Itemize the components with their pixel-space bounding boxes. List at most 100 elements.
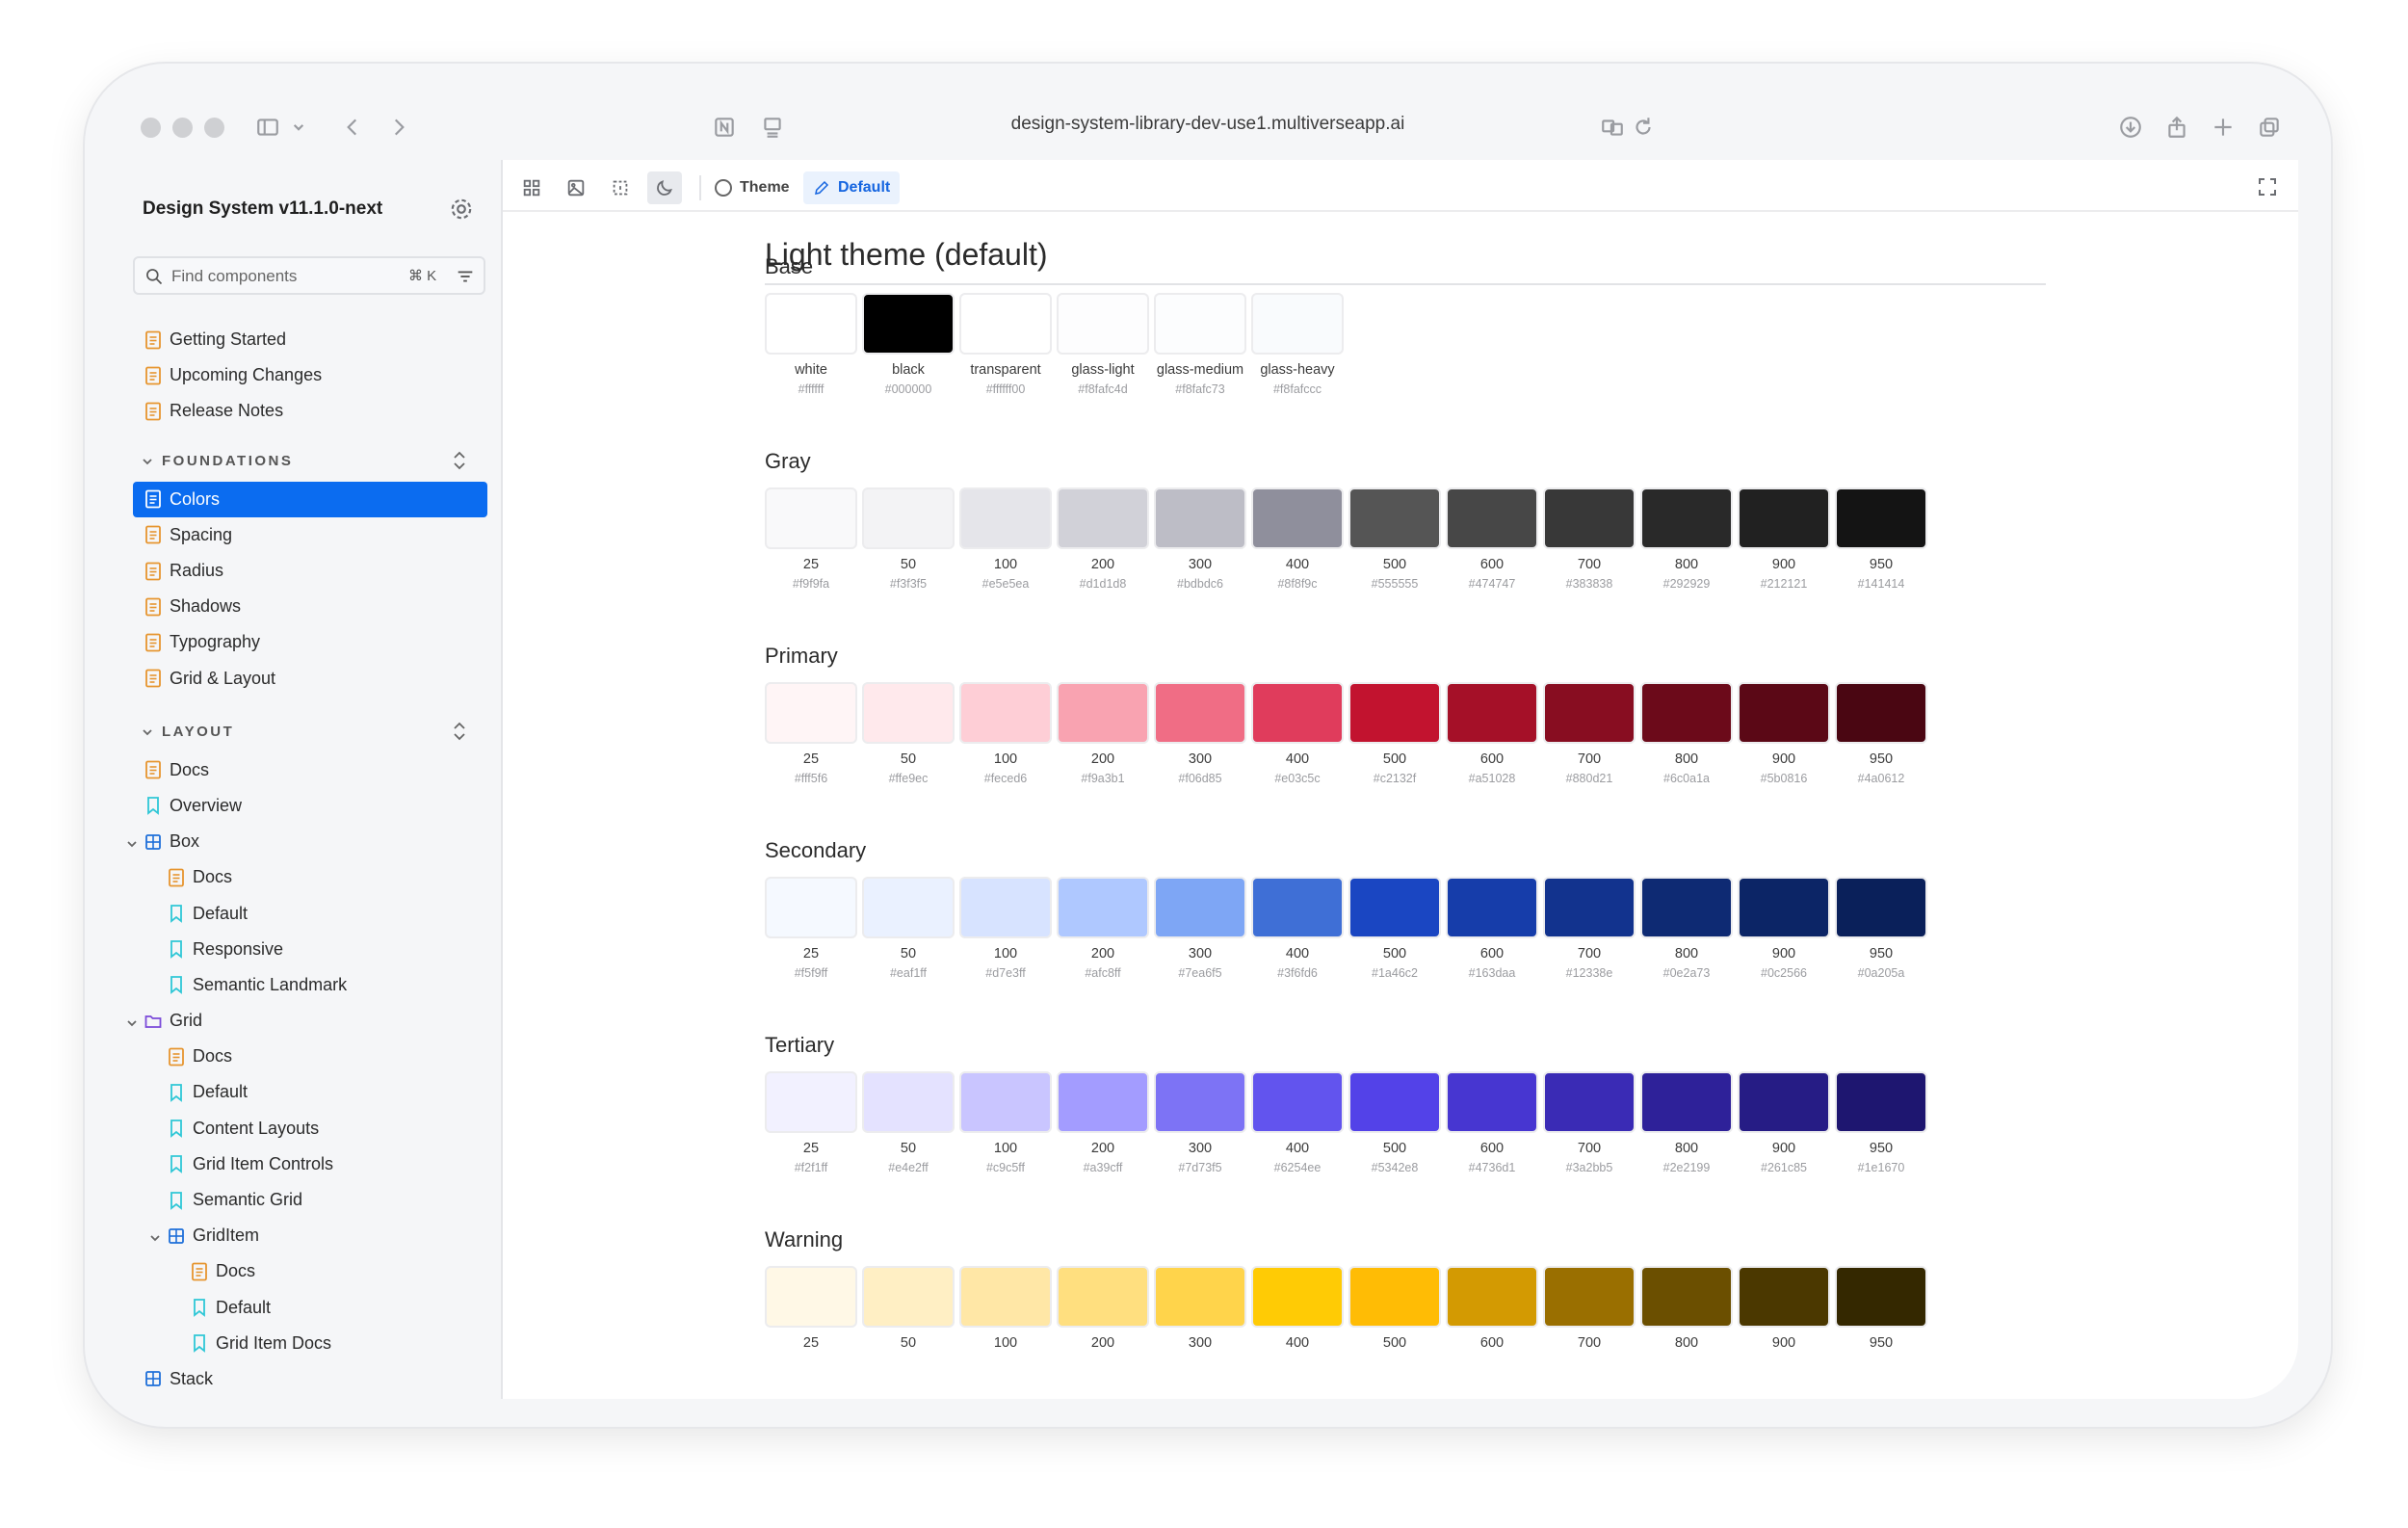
new-tab-icon[interactable] — [2206, 110, 2240, 145]
filter-icon[interactable] — [455, 266, 476, 287]
default-theme-button[interactable]: Default — [803, 171, 901, 204]
color-swatch[interactable]: 400 #8f8f9c — [1251, 487, 1344, 593]
color-swatch[interactable]: 600 #474747 — [1446, 487, 1538, 593]
color-swatch[interactable]: 950 #0a205a — [1835, 877, 1927, 982]
sidebar-item-docs[interactable]: Docs — [118, 1253, 501, 1289]
theme-toggle[interactable]: Theme — [715, 171, 790, 204]
color-swatch[interactable]: 500 #c2132f — [1348, 682, 1441, 787]
notion-icon[interactable] — [707, 110, 742, 145]
reload-icon[interactable] — [1626, 110, 1661, 145]
color-swatch[interactable]: 50 #eaf1ff — [862, 877, 955, 982]
color-swatch[interactable]: 900 #212121 — [1738, 487, 1830, 593]
color-swatch[interactable]: 700 #12338e — [1543, 877, 1636, 982]
color-swatch[interactable]: 25 #fff5f6 — [765, 682, 857, 787]
download-icon[interactable] — [2113, 110, 2148, 145]
color-swatch[interactable]: 500 #1a46c2 — [1348, 877, 1441, 982]
color-swatch[interactable]: 700 — [1543, 1266, 1636, 1353]
color-swatch[interactable]: 950 #141414 — [1835, 487, 1927, 593]
color-swatch[interactable]: 800 #292929 — [1640, 487, 1733, 593]
chevron-down-icon[interactable] — [148, 1229, 162, 1243]
color-swatch[interactable]: 950 #4a0612 — [1835, 682, 1927, 787]
color-swatch[interactable]: 25 — [765, 1266, 857, 1353]
gear-icon[interactable] — [449, 197, 474, 222]
color-swatch[interactable]: 900 — [1738, 1266, 1830, 1353]
sidebar-item-grid-layout[interactable]: Grid & Layout — [118, 661, 501, 697]
sidebar-item-typography[interactable]: Typography — [118, 624, 501, 660]
image-icon[interactable] — [559, 171, 593, 204]
tab-overview-icon[interactable] — [2252, 110, 2287, 145]
grid-icon[interactable] — [514, 171, 549, 204]
sidebar-item-content-layouts[interactable]: Content Layouts — [118, 1111, 501, 1146]
color-swatch[interactable]: black #000000 — [862, 293, 955, 398]
color-swatch[interactable]: glass-heavy #f8fafccc — [1251, 293, 1344, 398]
url-text[interactable]: design-system-library-dev-use1.multivers… — [1011, 114, 1405, 134]
sidebar-item-docs[interactable]: Docs — [118, 1039, 501, 1074]
sidebar-item-semantic-landmark[interactable]: Semantic Landmark — [118, 967, 501, 1003]
color-swatch[interactable]: 200 — [1057, 1266, 1149, 1353]
sidebar-item-default[interactable]: Default — [118, 895, 501, 931]
color-swatch[interactable]: 400 #e03c5c — [1251, 682, 1344, 787]
color-swatch[interactable]: 50 #e4e2ff — [862, 1071, 955, 1176]
share-icon[interactable] — [2159, 110, 2194, 145]
sidebar-item-grid[interactable]: Grid — [118, 1003, 501, 1039]
color-swatch[interactable]: white #ffffff — [765, 293, 857, 398]
sidebar-item-release-notes[interactable]: Release Notes — [118, 393, 501, 429]
color-swatch[interactable]: 50 — [862, 1266, 955, 1353]
chevron-down-icon[interactable] — [281, 110, 316, 145]
sidebar-item-default[interactable]: Default — [118, 1290, 501, 1326]
moon-icon[interactable] — [647, 171, 682, 204]
color-swatch[interactable]: 100 #e5e5ea — [959, 487, 1052, 593]
color-swatch[interactable]: 300 #f06d85 — [1154, 682, 1246, 787]
chevron-down-icon[interactable] — [125, 835, 139, 849]
sidebar-item-responsive[interactable]: Responsive — [118, 932, 501, 967]
color-swatch[interactable]: 400 #3f6fd6 — [1251, 877, 1344, 982]
expand-collapse-icon[interactable] — [449, 447, 470, 474]
expand-collapse-icon[interactable] — [449, 718, 470, 745]
color-swatch[interactable]: 500 — [1348, 1266, 1441, 1353]
fullscreen-icon[interactable] — [2256, 175, 2279, 198]
color-swatch[interactable]: 50 #ffe9ec — [862, 682, 955, 787]
color-swatch[interactable]: 100 #c9c5ff — [959, 1071, 1052, 1176]
color-swatch[interactable]: 25 #f2f1ff — [765, 1071, 857, 1176]
color-swatch[interactable]: 800 #0e2a73 — [1640, 877, 1733, 982]
sidebar-item-upcoming-changes[interactable]: Upcoming Changes — [118, 357, 501, 393]
color-swatch[interactable]: 25 #f5f9ff — [765, 877, 857, 982]
sidebar-item-stack[interactable]: Stack — [118, 1361, 501, 1397]
sidebar-item-box[interactable]: Box — [118, 824, 501, 859]
color-swatch[interactable]: 100 #feced6 — [959, 682, 1052, 787]
sidebar-item-grid-item-controls[interactable]: Grid Item Controls — [118, 1146, 501, 1182]
sidebar-item-spacing[interactable]: Spacing — [118, 517, 501, 553]
sidebar-item-grid-item-docs[interactable]: Grid Item Docs — [118, 1326, 501, 1361]
color-swatch[interactable]: 950 — [1835, 1266, 1927, 1353]
outline-icon[interactable] — [603, 171, 638, 204]
sidebar-item-colors[interactable]: Colors — [133, 481, 487, 517]
color-swatch[interactable]: 900 #5b0816 — [1738, 682, 1830, 787]
color-swatch[interactable]: 300 #7ea6f5 — [1154, 877, 1246, 982]
color-swatch[interactable]: 300 #7d73f5 — [1154, 1071, 1246, 1176]
color-swatch[interactable]: 900 #0c2566 — [1738, 877, 1830, 982]
color-swatch[interactable]: 900 #261c85 — [1738, 1071, 1830, 1176]
maximize-window-button[interactable] — [204, 118, 224, 138]
translate-icon[interactable] — [1595, 110, 1630, 145]
color-swatch[interactable]: 400 #6254ee — [1251, 1071, 1344, 1176]
sidebar-item-default[interactable]: Default — [118, 1074, 501, 1110]
sidebar-toggle-icon[interactable] — [250, 110, 285, 145]
color-swatch[interactable]: 500 #5342e8 — [1348, 1071, 1441, 1176]
sidebar-item-griditem[interactable]: GridItem — [118, 1218, 501, 1253]
minimize-window-button[interactable] — [172, 118, 193, 138]
color-swatch[interactable]: 200 #afc8ff — [1057, 877, 1149, 982]
sidebar-item-docs[interactable]: Docs — [118, 859, 501, 895]
color-swatch[interactable]: 700 #880d21 — [1543, 682, 1636, 787]
color-swatch[interactable]: 100 #d7e3ff — [959, 877, 1052, 982]
color-swatch[interactable]: 25 #f9f9fa — [765, 487, 857, 593]
color-swatch[interactable]: 800 — [1640, 1266, 1733, 1353]
chevron-down-icon[interactable] — [141, 725, 154, 739]
color-swatch[interactable]: 200 #f9a3b1 — [1057, 682, 1149, 787]
color-swatch[interactable]: transparent #ffffff00 — [959, 293, 1052, 398]
color-swatch[interactable]: 100 — [959, 1266, 1052, 1353]
color-swatch[interactable]: 700 #383838 — [1543, 487, 1636, 593]
sidebar-item-shadows[interactable]: Shadows — [118, 589, 501, 624]
color-swatch[interactable]: 600 — [1446, 1266, 1538, 1353]
sidebar-item-getting-started[interactable]: Getting Started — [118, 322, 501, 357]
section-foundations[interactable]: FOUNDATIONS — [118, 435, 501, 482]
